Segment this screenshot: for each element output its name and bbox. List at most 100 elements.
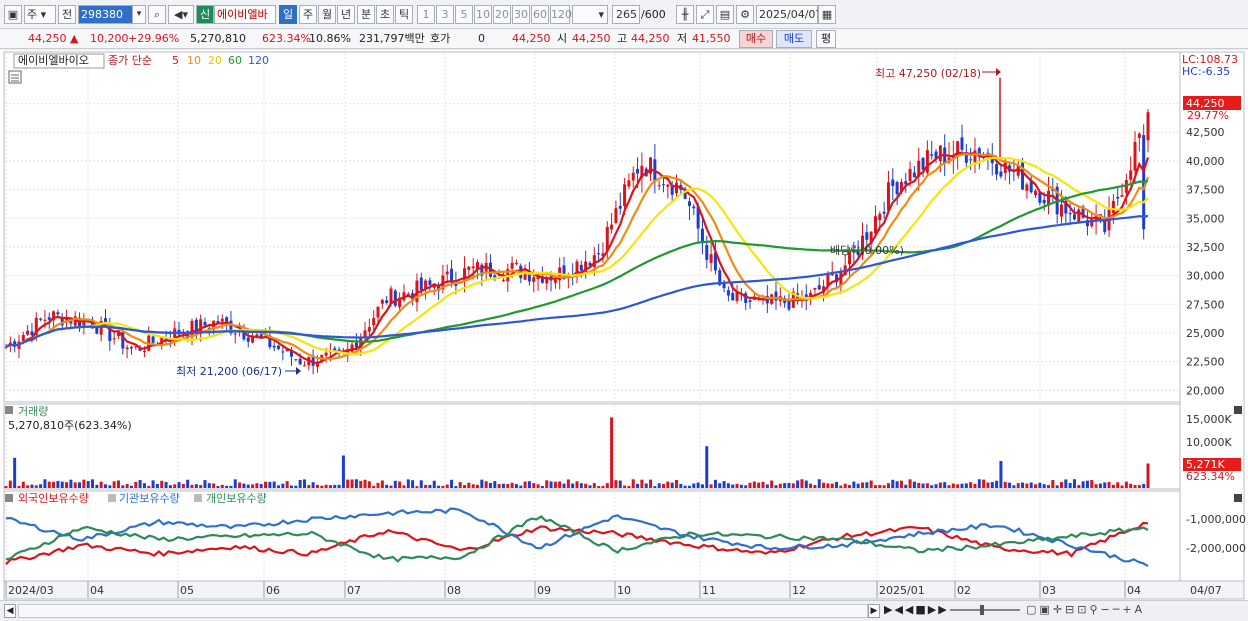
- new-badge[interactable]: 신: [196, 5, 214, 24]
- volume-bar: [350, 479, 354, 488]
- volume-bar: [285, 481, 289, 488]
- volume-bar: [653, 486, 657, 488]
- volume-bar: [315, 484, 319, 488]
- dash-icon[interactable]: ─: [1113, 603, 1123, 616]
- calendar-icon[interactable]: ▦: [818, 5, 836, 24]
- chart-area[interactable]: 45,00042,50040,00037,50035,00032,50030,0…: [0, 50, 1248, 621]
- zoom-slider[interactable]: [950, 609, 1020, 611]
- volume-bar: [147, 485, 151, 488]
- window-icon[interactable]: ▣: [4, 5, 22, 24]
- tab-second[interactable]: 초: [376, 5, 394, 24]
- chart-svg[interactable]: 45,00042,50040,00037,50035,00032,50030,0…: [0, 50, 1248, 600]
- date-input[interactable]: 2025/04/07: [756, 5, 822, 24]
- play-icon[interactable]: ▶: [884, 603, 894, 616]
- volume-bar: [290, 485, 293, 488]
- volume-bar: [774, 485, 778, 488]
- volume-panel-icon[interactable]: [5, 406, 13, 414]
- candle-body: [393, 290, 397, 306]
- num-20[interactable]: 20: [493, 5, 511, 24]
- num-1[interactable]: 1: [417, 5, 435, 24]
- volume-bar: [644, 483, 648, 488]
- num-5[interactable]: 5: [455, 5, 473, 24]
- num-30[interactable]: 30: [512, 5, 530, 24]
- candle-body: [878, 213, 882, 221]
- x-tick-label: 10: [617, 584, 631, 597]
- speaker-icon[interactable]: ◀▾: [168, 5, 194, 24]
- count-input[interactable]: 265: [612, 5, 640, 24]
- volume-bar: [225, 485, 229, 488]
- candle-body: [912, 172, 916, 178]
- volume-bar: [142, 483, 146, 488]
- scroll-track[interactable]: [18, 604, 868, 618]
- candle-body: [960, 137, 964, 150]
- volume-bar: [886, 483, 890, 488]
- tool-icons[interactable]: ▢▣✛⊟⊡⚲−─+A: [1026, 603, 1145, 616]
- tab-week[interactable]: 주: [299, 5, 317, 24]
- stop-icon[interactable]: ■: [915, 603, 927, 616]
- tab-year[interactable]: 년: [337, 5, 355, 24]
- scroll-left-icon[interactable]: ◀: [4, 604, 16, 618]
- volume-bar: [82, 479, 86, 488]
- candle-body: [999, 171, 1003, 177]
- save-icon[interactable]: ▤: [716, 5, 734, 24]
- num-3[interactable]: 3: [436, 5, 454, 24]
- plus-icon[interactable]: +: [1122, 603, 1134, 616]
- search-icon[interactable]: ⌕: [148, 5, 166, 24]
- gear-icon[interactable]: ⚙: [736, 5, 754, 24]
- nav-buttons[interactable]: ▶◀◀■▶▶: [884, 603, 949, 616]
- scroll-right-icon[interactable]: ▶: [868, 604, 880, 618]
- zoom-slider-handle[interactable]: [980, 605, 984, 615]
- volume-close-icon[interactable]: [1234, 406, 1242, 414]
- price-panel[interactable]: [3, 51, 1181, 403]
- candle-body: [302, 365, 306, 367]
- buy-button[interactable]: 매수: [739, 30, 773, 48]
- volume-bar: [432, 480, 436, 488]
- volume-panel[interactable]: [3, 403, 1181, 490]
- text-icon[interactable]: A: [1135, 603, 1146, 616]
- volume-bar: [17, 485, 21, 488]
- volume-bar: [597, 486, 601, 488]
- crosshair-icon[interactable]: ✛: [1053, 603, 1065, 616]
- chevron-down-icon[interactable]: ▾: [132, 5, 146, 24]
- draw-icon[interactable]: ⤢: [696, 5, 714, 24]
- custom-period-input[interactable]: ▾: [572, 5, 608, 24]
- ruler-icon[interactable]: ⊟: [1065, 603, 1077, 616]
- num-120[interactable]: 120: [550, 5, 572, 24]
- volume-bar: [121, 485, 125, 488]
- y-tick-label: 32,500: [1186, 241, 1225, 254]
- holding-panel[interactable]: [3, 490, 1181, 582]
- volume-bar: [125, 484, 129, 488]
- volume-bar: [627, 485, 631, 488]
- fast-forward-icon[interactable]: ▶▶: [928, 603, 949, 616]
- holding-close-icon[interactable]: [1234, 494, 1242, 502]
- minus-icon[interactable]: −: [1101, 603, 1113, 616]
- candle-body: [1042, 199, 1046, 204]
- prev-button[interactable]: 전: [58, 5, 76, 24]
- candle-icon[interactable]: ╫: [676, 5, 694, 24]
- volume-bar: [1107, 481, 1111, 488]
- avg-button[interactable]: 평: [816, 30, 836, 48]
- tab-month[interactable]: 월: [318, 5, 336, 24]
- zoom-out-icon[interactable]: ⚲: [1089, 603, 1100, 616]
- holding-panel-icon[interactable]: [5, 494, 13, 502]
- num-10[interactable]: 10: [474, 5, 492, 24]
- quote-bar: 44,250 ▲ 10,200 +29.96% 5,270,810 623.34…: [0, 29, 1248, 49]
- volume-bar: [700, 484, 704, 488]
- measure-icon[interactable]: ⊡: [1077, 603, 1089, 616]
- volume-bar: [190, 484, 194, 488]
- rewind-icon[interactable]: ◀◀: [894, 603, 915, 616]
- tab-tick[interactable]: 틱: [395, 5, 413, 24]
- period-select[interactable]: 주 ▾: [24, 5, 56, 24]
- x-tick-label: 05: [180, 584, 194, 597]
- compare-icon[interactable]: ▣: [1039, 603, 1052, 616]
- layout-icon[interactable]: ▢: [1026, 603, 1039, 616]
- tab-minute[interactable]: 분: [357, 5, 375, 24]
- volume-bar: [320, 485, 324, 488]
- scroll-bar[interactable]: ◀ ▶ ▶◀◀■▶▶ ▢▣✛⊟⊡⚲−─+A: [0, 600, 1248, 621]
- sell-button[interactable]: 매도: [776, 30, 812, 48]
- num-60[interactable]: 60: [531, 5, 549, 24]
- volume-bar: [765, 484, 769, 488]
- tab-day[interactable]: 일: [279, 5, 297, 24]
- volume-bar: [34, 485, 38, 488]
- candle-body: [445, 271, 449, 275]
